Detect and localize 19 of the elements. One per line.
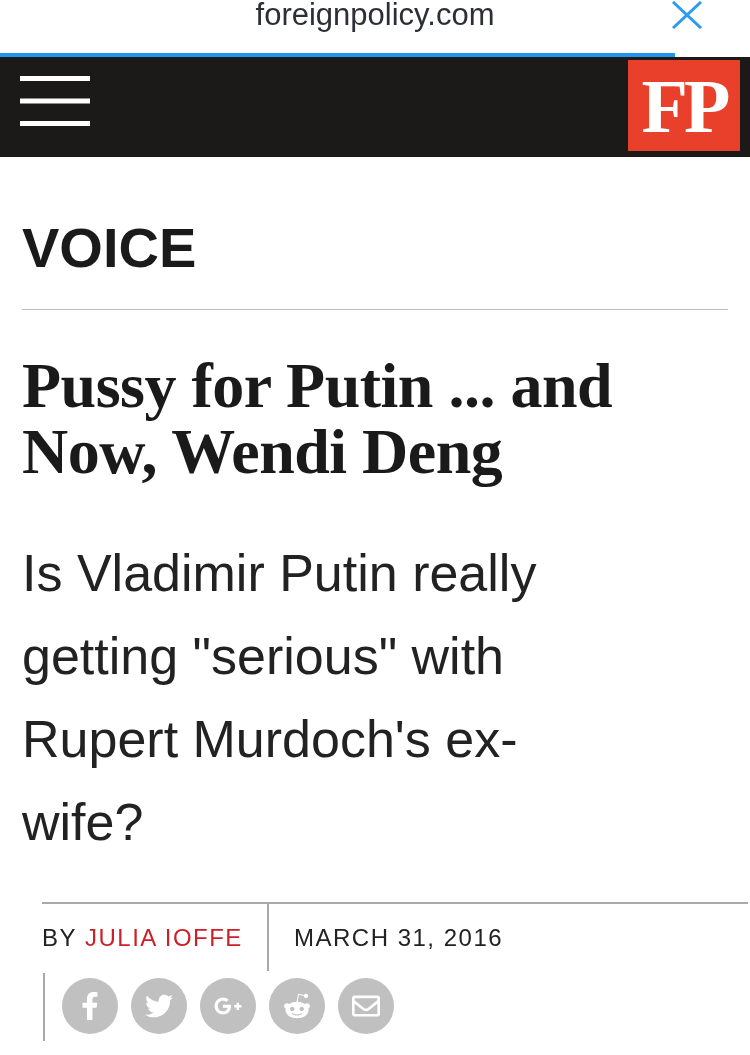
author-link[interactable]: JULIA IOFFE	[85, 919, 243, 956]
reddit-share-button[interactable]	[269, 978, 325, 1034]
google-plus-share-button[interactable]	[200, 978, 256, 1034]
facebook-share-button[interactable]	[62, 978, 118, 1034]
close-button[interactable]	[670, 1, 704, 29]
byline-label: BY	[42, 922, 77, 953]
menu-icon	[20, 76, 90, 126]
publish-date: MARCH 31, 2016	[294, 922, 504, 953]
url-text: foreignpolicy.com	[255, 0, 495, 30]
close-icon	[671, 1, 703, 29]
bird-icon	[145, 992, 173, 1020]
section-label: VOICE	[22, 220, 198, 276]
headline: Pussy for Putin ... and Now, Wendi Deng	[22, 353, 614, 485]
twitter-share-button[interactable]	[131, 978, 187, 1034]
logo[interactable]: FP	[628, 60, 740, 151]
email-share-button[interactable]	[338, 978, 394, 1034]
alien-icon	[283, 992, 311, 1020]
menu-button[interactable]	[20, 76, 90, 126]
article-summary: Is Vladimir Putin really getting "serious" with Rupert Murdoch's ex-wife?	[22, 543, 538, 853]
